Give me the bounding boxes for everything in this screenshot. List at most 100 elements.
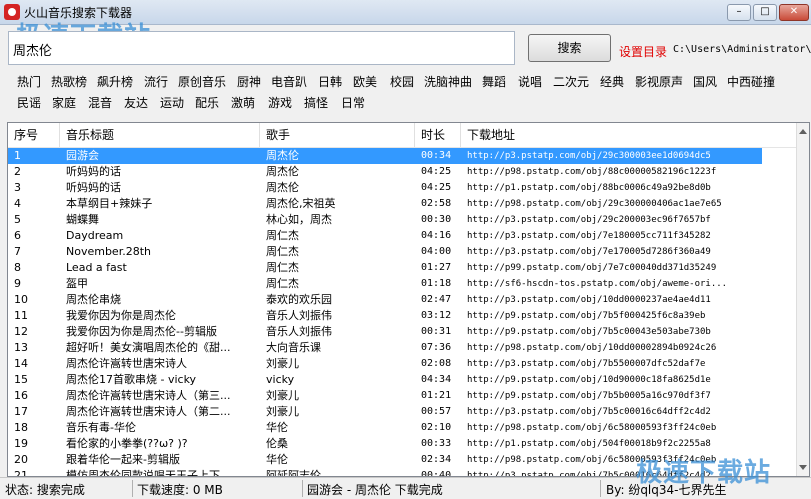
table-row[interactable]: 11 我爱你因为你是周杰伦 音乐人刘振伟 03:12 http://p9.pstatp.… [8, 308, 762, 324]
cell-duration: 02:08 [421, 358, 452, 369]
category-item[interactable]: 混音 [88, 94, 112, 111]
cell-title: 盔甲 [66, 277, 88, 290]
table-row[interactable]: 5 蝴蝶舞 林心如，周杰 00:30 http://p3.pstatp.com/obj/… [8, 212, 762, 228]
cell-index: 9 [14, 277, 21, 290]
table-row[interactable]: 10 周杰伦串烧 泰欢的欢乐园 02:47 http://p3.pstatp.com/o… [8, 292, 762, 308]
cell-index: 5 [14, 213, 21, 226]
category-item[interactable]: 电音趴 [271, 73, 307, 90]
category-item[interactable]: 搞怪 [304, 94, 328, 111]
category-item[interactable]: 激萌 [231, 94, 255, 111]
category-item[interactable]: 经典 [600, 73, 624, 90]
search-input[interactable]: 周杰伦 [8, 31, 515, 65]
category-item[interactable]: 洗脑神曲 [424, 73, 472, 90]
maximize-icon[interactable]: □ [753, 4, 777, 21]
category-item[interactable]: 二次元 [553, 73, 589, 90]
table-row[interactable]: 6 Daydream 周仁杰 04:16 http://p3.pstatp.com/ob… [8, 228, 762, 244]
cell-singer: 周仁杰 [266, 229, 299, 242]
search-button[interactable]: 搜索 [528, 34, 611, 62]
cell-singer: 刘豪儿 [266, 389, 299, 402]
header-index[interactable]: 序号 [8, 123, 60, 147]
cell-duration: 00:30 [421, 214, 452, 225]
cell-url: http://p3.pstatp.com/obj/10dd0000237ae4a… [467, 295, 711, 305]
category-item[interactable]: 运动 [160, 94, 184, 111]
cell-singer: 泰欢的欢乐园 [266, 293, 332, 306]
cell-duration: 04:34 [421, 374, 452, 385]
table-row[interactable]: 1 园游会 周杰伦 00:34 http://p3.pstatp.com/obj/29c… [8, 148, 762, 164]
header-singer[interactable]: 歌手 [260, 123, 415, 147]
cell-url: http://p98.pstatp.com/obj/29c300000406ac… [467, 199, 722, 209]
category-item[interactable]: 说唱 [518, 73, 542, 90]
cell-title: 周杰伦许嵩转世唐宋诗人（第二... [66, 405, 231, 418]
table-row[interactable]: 14 周杰伦许嵩转世唐宋诗人 刘豪儿 02:08 http://p3.pstatp.co… [8, 356, 762, 372]
status-divider [600, 480, 601, 497]
category-item[interactable]: 配乐 [195, 94, 219, 111]
category-item[interactable]: 原创音乐 [178, 73, 226, 90]
header-title[interactable]: 音乐标题 [60, 123, 260, 147]
table-row[interactable]: 16 周杰伦许嵩转世唐宋诗人（第三... 刘豪儿 01:21 http://p9.pst… [8, 388, 762, 404]
category-item[interactable]: 欧美 [353, 73, 377, 90]
category-item[interactable]: 国风 [693, 73, 717, 90]
table-row[interactable]: 15 周杰伦17首歌串烧 - vicky vicky 04:34 http://p9.p… [8, 372, 762, 388]
table-row[interactable]: 8 Lead a fast 周仁杰 01:27 http://p99.pstatp.co… [8, 260, 762, 276]
cell-duration: 00:34 [421, 150, 452, 161]
cell-duration: 02:58 [421, 198, 452, 209]
category-item[interactable]: 民谣 [17, 94, 41, 111]
category-item[interactable]: 流行 [144, 73, 168, 90]
category-item[interactable]: 舞蹈 [482, 73, 506, 90]
cell-index: 12 [14, 325, 28, 338]
table-row[interactable]: 4 本草纲目+辣妹子 周杰伦,宋祖英 02:58 http://p98.pstatp.c… [8, 196, 762, 212]
table-row[interactable]: 7 November.28th 周仁杰 04:00 http://p3.pstatp.c… [8, 244, 762, 260]
table-row[interactable]: 3 听妈妈的话 周杰伦 04:25 http://p1.pstatp.com/obj/8… [8, 180, 762, 196]
cell-title: 听妈妈的话 [66, 165, 121, 178]
minimize-icon[interactable]: – [727, 4, 751, 21]
table-row[interactable]: 17 周杰伦许嵩转世唐宋诗人（第二... 刘豪儿 00:57 http://p3.pst… [8, 404, 762, 420]
table-row[interactable]: 13 超好听！美女演唱周杰伦的《甜... 大向音乐课 07:36 http://p98.… [8, 340, 762, 356]
cell-duration: 01:18 [421, 278, 452, 289]
header-url[interactable]: 下载地址 [461, 123, 796, 147]
category-item[interactable]: 友达 [124, 94, 148, 111]
table-row[interactable]: 19 看伦家的小拳拳(??ω? )? 伦桑 00:33 http://p1.pstatp… [8, 436, 762, 452]
cell-duration: 04:25 [421, 182, 452, 193]
scroll-up-icon[interactable] [799, 129, 807, 134]
category-item[interactable]: 中西碰撞 [727, 73, 775, 90]
table-row[interactable]: 18 音乐有毒-华伦 华伦 02:10 http://p98.pstatp.com/ob… [8, 420, 762, 436]
cell-index: 3 [14, 181, 21, 194]
category-item[interactable]: 家庭 [52, 94, 76, 111]
cell-duration: 00:33 [421, 438, 452, 449]
settings-dir-link[interactable]: 设置目录 [619, 43, 667, 60]
cell-singer: 周仁杰 [266, 245, 299, 258]
category-item[interactable]: 热门 [17, 73, 41, 90]
table-row[interactable]: 2 听妈妈的话 周杰伦 04:25 http://p98.pstatp.com/obj/… [8, 164, 762, 180]
cell-url: http://sf6-hscdn-tos.pstatp.com/obj/awem… [467, 279, 728, 289]
table-row[interactable]: 9 盔甲 周仁杰 01:18 http://sf6-hscdn-tos.pstatp.c… [8, 276, 762, 292]
cell-singer: 刘豪儿 [266, 405, 299, 418]
cell-url: http://p3.pstatp.com/obj/29c200003ec96f7… [467, 215, 711, 225]
category-item[interactable]: 厨神 [237, 73, 261, 90]
cell-duration: 03:12 [421, 310, 452, 321]
scroll-down-icon[interactable] [799, 465, 807, 470]
header-duration[interactable]: 时长 [415, 123, 461, 147]
cell-index: 20 [14, 453, 28, 466]
category-item[interactable]: 影视原声 [635, 73, 683, 90]
category-item[interactable]: 飙升榜 [97, 73, 133, 90]
song-list[interactable]: 序号 音乐标题 歌手 时长 下载地址 1 园游会 周杰伦 00:34 http://p3… [7, 122, 810, 477]
cell-url: http://p3.pstatp.com/obj/29c300003ee1d06… [467, 151, 711, 161]
category-item[interactable]: 校园 [390, 73, 414, 90]
cell-url: http://p3.pstatp.com/obj/7b5c00016c64dff… [467, 407, 711, 417]
cell-url: http://p3.pstatp.com/obj/7b5500007dfc52d… [467, 359, 706, 369]
category-item[interactable]: 热歌榜 [51, 73, 87, 90]
cell-singer: 周仁杰 [266, 277, 299, 290]
cell-url: http://p1.pstatp.com/obj/88bc0006c49a92b… [467, 183, 711, 193]
vertical-scrollbar[interactable] [796, 123, 809, 476]
category-item[interactable]: 游戏 [268, 94, 292, 111]
category-item[interactable]: 日韩 [318, 73, 342, 90]
table-row[interactable]: 12 我爱你因为你是周杰伦--剪辑版 音乐人刘振伟 00:31 http://p9.ps… [8, 324, 762, 340]
cell-index: 18 [14, 421, 28, 434]
cell-title: 听妈妈的话 [66, 181, 121, 194]
cell-singer: 周杰伦 [266, 165, 299, 178]
close-icon[interactable]: ✕ [779, 4, 809, 21]
cell-url: http://p98.pstatp.com/obj/10dd00002894b0… [467, 343, 717, 353]
status-now-playing: 园游会 - 周杰伦 下载完成 [307, 483, 443, 497]
cell-duration: 02:47 [421, 294, 452, 305]
category-item[interactable]: 日常 [341, 94, 365, 111]
